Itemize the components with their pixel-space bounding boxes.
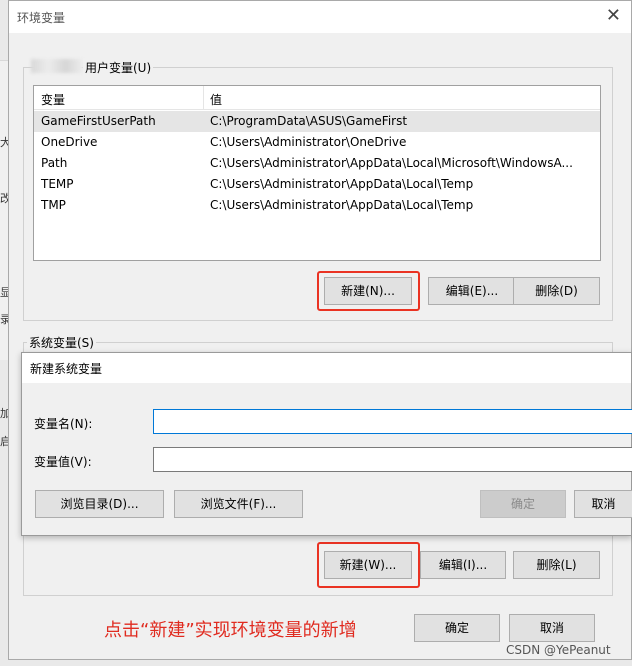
variable-value-label: 变量值(V): (34, 455, 92, 469)
browse-file-button[interactable]: 浏览文件(F)... (174, 490, 303, 518)
annotation-text: 点击“新建”实现环境变量的新增 (104, 620, 357, 641)
system-variables-label: 系统变量(S) (27, 334, 96, 351)
variable-value-input[interactable] (153, 447, 632, 472)
cancel-button[interactable]: 取消 (509, 614, 595, 642)
variable-name-input[interactable] (153, 409, 632, 434)
system-new-button[interactable]: 新建(W)... (324, 551, 412, 579)
table-row[interactable]: TEMP C:\Users\Administrator\AppData\Loca… (34, 174, 600, 195)
system-edit-button[interactable]: 编辑(I)... (420, 551, 506, 579)
browse-directory-button[interactable]: 浏览目录(D)... (35, 490, 164, 518)
table-row[interactable]: GameFirstUserPath C:\ProgramData\ASUS\Ga… (34, 111, 600, 132)
ok-button[interactable]: 确定 (414, 614, 500, 642)
table-row[interactable]: Path C:\Users\Administrator\AppData\Loca… (34, 153, 600, 174)
dialog-title-bar: 新建系统变量 (22, 353, 631, 383)
dialog-cancel-button[interactable]: 取消 (574, 490, 632, 518)
dialog-title: 新建系统变量 (30, 362, 103, 376)
row-name: TMP (41, 198, 66, 212)
row-value: C:\Users\Administrator\OneDrive (210, 135, 407, 149)
table-row[interactable]: TMP C:\Users\Administrator\AppData\Local… (34, 195, 600, 216)
window-title: 环境变量 (17, 11, 66, 25)
user-delete-button[interactable]: 删除(D) (513, 277, 600, 305)
dialog-ok-button[interactable]: 确定 (480, 490, 566, 518)
user-variables-label: 用户变量(U) (83, 59, 154, 76)
row-value: C:\Users\Administrator\AppData\Local\Tem… (210, 177, 474, 191)
row-name: Path (41, 156, 68, 170)
user-variables-table[interactable]: 变量 值 GameFirstUserPath C:\ProgramData\AS… (33, 85, 601, 261)
table-header: 变量 值 (34, 86, 600, 110)
row-value: C:\Users\Administrator\AppData\Local\Tem… (210, 198, 474, 212)
column-divider[interactable] (203, 86, 204, 110)
close-icon[interactable]: ✕ (606, 5, 621, 26)
variable-name-label: 变量名(N): (34, 417, 93, 431)
column-header-value[interactable]: 值 (210, 91, 222, 108)
title-bar: 环境变量 ✕ (9, 1, 631, 33)
row-name: GameFirstUserPath (41, 114, 156, 128)
table-row[interactable]: OneDrive C:\Users\Administrator\OneDrive (34, 132, 600, 153)
column-header-name[interactable]: 变量 (41, 91, 65, 108)
row-value: C:\ProgramData\ASUS\GameFirst (210, 114, 408, 128)
new-system-variable-dialog: 新建系统变量 变量名(N): 变量值(V): 浏览目录(D)... 浏览文件(F… (21, 352, 632, 536)
watermark: CSDN @YePeanut (506, 643, 611, 657)
environment-variables-window: 环境变量 ✕ 用户变量(U) 变量 值 GameFirstUserPath C:… (8, 0, 632, 660)
row-name: OneDrive (41, 135, 98, 149)
user-edit-button[interactable]: 编辑(E)... (428, 277, 516, 305)
system-delete-button[interactable]: 删除(L) (513, 551, 600, 579)
row-value: C:\Users\Administrator\AppData\Local\Mic… (210, 156, 573, 170)
user-new-button[interactable]: 新建(N)... (324, 277, 412, 305)
row-name: TEMP (41, 177, 74, 191)
blurred-username (31, 59, 83, 73)
